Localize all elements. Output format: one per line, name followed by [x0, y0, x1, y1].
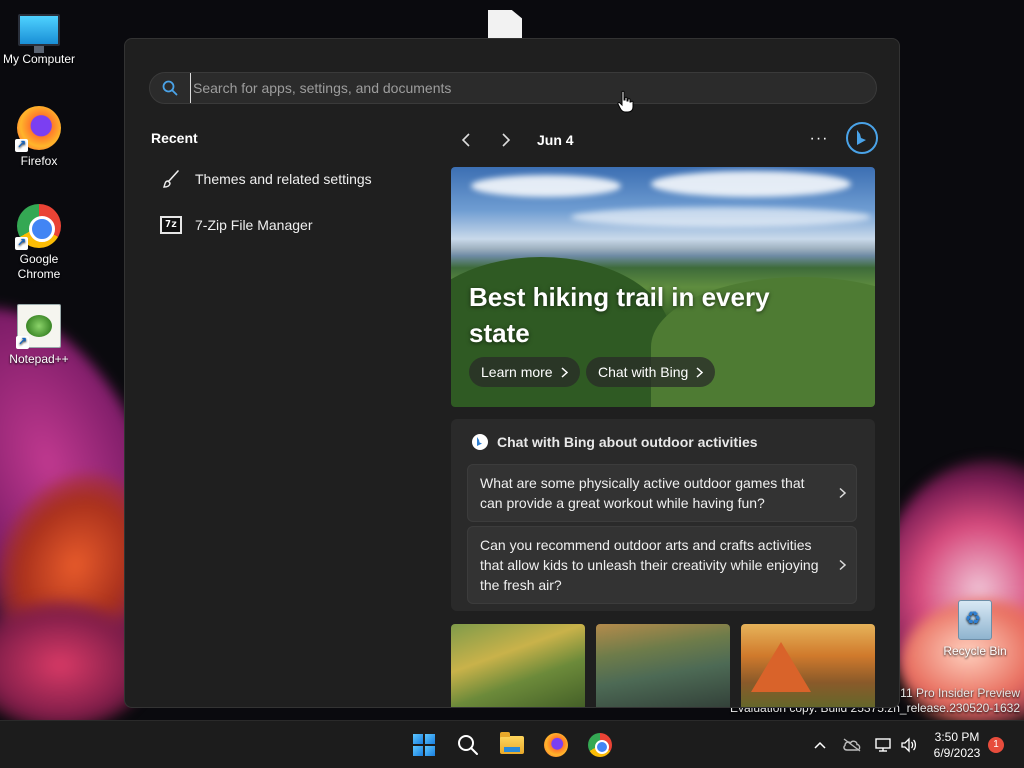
show-hidden-icons-button[interactable]: [810, 733, 830, 757]
taskbar-clock[interactable]: 3:50 PM 6/9/2023: [924, 729, 990, 761]
suggested-question[interactable]: Can you recommend outdoor arts and craft…: [467, 526, 857, 604]
recent-item-label: Themes and related settings: [195, 171, 372, 187]
highlights-date: Jun 4: [537, 132, 574, 148]
chevron-right-icon: [839, 487, 846, 499]
chat-with-bing-button[interactable]: Chat with Bing: [586, 357, 716, 387]
recycle-bin-icon: ♻: [958, 600, 992, 640]
bing-chat-icon: [472, 434, 488, 450]
desktop-icon-label: Recycle Bin: [943, 644, 1007, 658]
chevron-right-icon: [502, 133, 511, 147]
file-explorer-button[interactable]: [496, 729, 528, 761]
search-flyout: Recent Themes and related settings 7z 7-…: [124, 38, 900, 708]
suggested-question[interactable]: What are some physically active outdoor …: [467, 464, 857, 522]
file-explorer-icon: [500, 732, 524, 754]
desktop-icon-my-computer[interactable]: My Computer: [0, 10, 78, 67]
hero-card[interactable]: Best hiking trail in every state Learn m…: [451, 167, 875, 407]
7zip-icon: 7z: [159, 213, 183, 237]
chevron-right-icon: [839, 559, 846, 571]
recent-item-7zip[interactable]: 7z 7-Zip File Manager: [149, 207, 419, 243]
search-icon: [150, 80, 190, 96]
shortcut-arrow-icon: ↗: [15, 237, 28, 250]
clock-time: 3:50 PM: [934, 730, 980, 744]
notepad-plus-plus-icon: ↗: [16, 304, 61, 349]
desktop-icon-label: Notepad++: [9, 352, 69, 366]
learn-more-button[interactable]: Learn more: [469, 357, 580, 387]
hero-cloud: [571, 207, 871, 227]
desktop-icon-chrome[interactable]: ↗ Google Chrome: [0, 204, 78, 282]
clock-date: 6/9/2023: [933, 746, 981, 760]
desktop-icon-notepad-plus-plus[interactable]: ↗ Notepad++: [0, 304, 78, 367]
desktop-icon-label: My Computer: [2, 52, 76, 66]
chrome-icon: [588, 733, 612, 757]
thumbnail-card[interactable]: [451, 624, 585, 707]
hand-cursor-icon: [617, 90, 634, 113]
previous-button[interactable]: [451, 126, 481, 154]
chat-card-header: Chat with Bing about outdoor activities: [471, 433, 758, 451]
shortcut-arrow-icon: ↗: [16, 336, 29, 349]
volume-button[interactable]: [898, 733, 920, 757]
hero-cloud: [471, 175, 621, 197]
chat-bing-card: Chat with Bing about outdoor activities …: [451, 419, 875, 611]
start-button[interactable]: [408, 729, 440, 761]
firefox-icon: [544, 733, 568, 757]
desktop-icon-label: Google Chrome: [17, 252, 61, 281]
chevron-up-icon: [814, 741, 826, 749]
chevron-left-icon: [461, 133, 470, 147]
search-box[interactable]: [149, 72, 877, 104]
search-input[interactable]: [190, 73, 876, 103]
onedrive-button[interactable]: [840, 733, 864, 757]
hero-cloud: [651, 171, 851, 197]
thumbnail-row: [451, 624, 875, 707]
watermark-edition: s 11 Pro Insider Preview: [890, 686, 1020, 700]
more-options-button[interactable]: ···: [805, 125, 833, 153]
monitor-icon: [18, 14, 60, 53]
chrome-icon: ↗: [15, 204, 61, 250]
start-icon: [413, 734, 435, 756]
bing-logo-icon[interactable]: [845, 121, 879, 155]
hero-title: Best hiking trail in every state: [469, 282, 770, 348]
network-icon: [875, 738, 891, 752]
speaker-icon: [901, 737, 917, 753]
search-icon: [458, 735, 478, 755]
recent-heading: Recent: [151, 130, 198, 146]
brush-icon: [159, 167, 183, 191]
taskbar-firefox-button[interactable]: [540, 729, 572, 761]
desktop-icon-recycle-bin[interactable]: ♻ Recycle Bin: [936, 600, 1014, 659]
desktop-icon-firefox[interactable]: ↗ Firefox: [0, 106, 78, 169]
thumbnail-card[interactable]: [741, 624, 875, 707]
taskbar-chrome-button[interactable]: [584, 729, 616, 761]
recent-item-label: 7-Zip File Manager: [195, 217, 313, 233]
chevron-right-icon: [696, 366, 704, 378]
highlights-nav: Jun 4 ···: [451, 122, 879, 155]
thumbnail-card[interactable]: [596, 624, 730, 707]
taskbar-search-button[interactable]: [452, 729, 484, 761]
firefox-icon: ↗: [15, 106, 61, 152]
next-button[interactable]: [491, 126, 521, 154]
network-button[interactable]: [872, 733, 894, 757]
chevron-right-icon: [561, 366, 568, 378]
taskbar: 3:50 PM 6/9/2023 1: [0, 720, 1024, 768]
shortcut-arrow-icon: ↗: [15, 139, 28, 152]
notification-badge[interactable]: 1: [988, 737, 1004, 753]
cloud-offline-icon: [843, 738, 861, 752]
recent-item-themes[interactable]: Themes and related settings: [149, 161, 419, 197]
desktop-icon-label: Firefox: [20, 154, 58, 168]
